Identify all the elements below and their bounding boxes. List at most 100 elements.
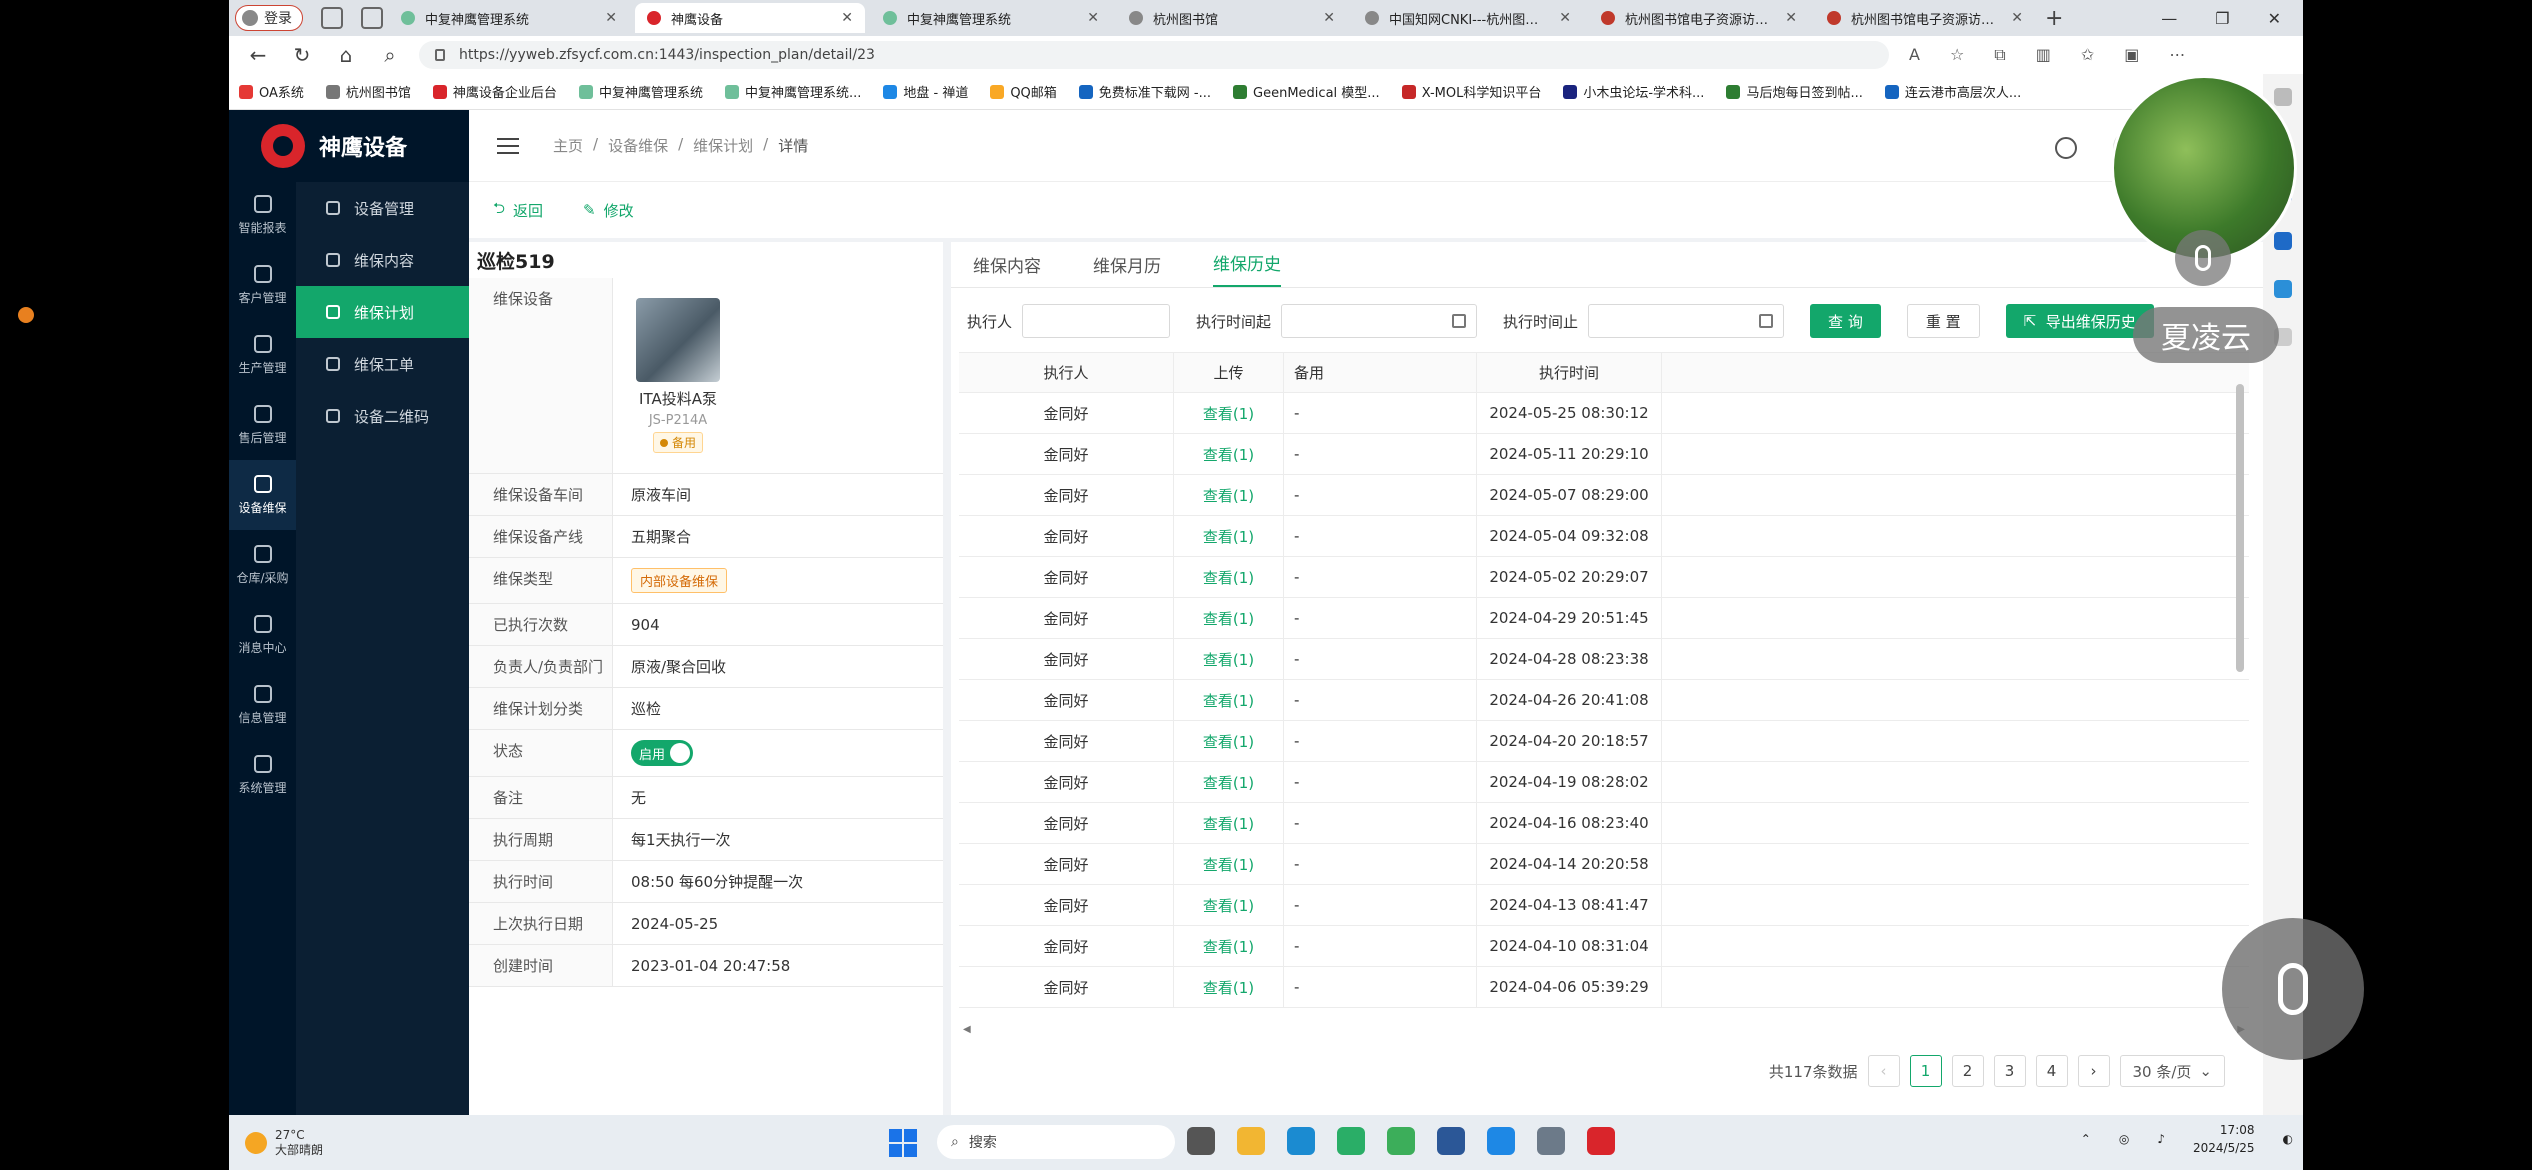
close-tab-icon[interactable]: ✕ <box>841 10 853 26</box>
notification-icon[interactable]: ◐ <box>2283 1132 2293 1146</box>
page-button[interactable]: 3 <box>1993 1055 2026 1087</box>
view-upload-link[interactable]: 查看(1) <box>1174 844 1284 884</box>
page-size-select[interactable]: 30 条/页 ⌄ <box>2119 1055 2225 1087</box>
close-window-icon[interactable]: ✕ <box>2268 9 2281 28</box>
settings-icon[interactable] <box>1537 1127 1565 1155</box>
bookmark-item[interactable]: 免费标准下载网 -... <box>1078 82 1211 101</box>
chevron-up-icon[interactable]: ⌃ <box>2081 1132 2091 1146</box>
wechat-icon[interactable] <box>1337 1127 1365 1155</box>
collapse-menu-icon[interactable] <box>497 137 519 154</box>
bookmark-item[interactable]: 神鹰设备企业后台 <box>432 82 557 101</box>
voice-input-icon[interactable] <box>2222 918 2364 1060</box>
view-upload-link[interactable]: 查看(1) <box>1174 598 1284 638</box>
start-date-picker[interactable] <box>1281 304 1478 338</box>
breadcrumb-item[interactable]: 设备维保 <box>608 135 668 156</box>
view-upload-link[interactable]: 查看(1) <box>1174 639 1284 679</box>
history-tab[interactable]: 维保历史 <box>1213 250 1281 287</box>
view-upload-link[interactable]: 查看(1) <box>1174 762 1284 802</box>
start-icon[interactable] <box>889 1129 917 1157</box>
rail-item[interactable]: 生产管理 <box>229 320 296 390</box>
back-icon[interactable]: ← <box>243 40 273 70</box>
edit-button[interactable]: ✎ 修改 <box>583 200 634 221</box>
more-icon[interactable]: ⋯ <box>2169 45 2185 65</box>
edge-browser-icon[interactable] <box>1287 1127 1315 1155</box>
bookmark-item[interactable]: 小木虫论坛-学术科... <box>1563 82 1704 101</box>
browser-tab[interactable]: 中国知网CNKI---杭州图书馆 ✕ <box>1353 3 1583 33</box>
view-upload-link[interactable]: 查看(1) <box>1174 803 1284 843</box>
profile-login-button[interactable]: 登录 <box>235 5 303 31</box>
bookmark-item[interactable]: 地盘 - 禅道 <box>883 82 968 101</box>
rail-item[interactable]: 售后管理 <box>229 390 296 460</box>
rail-item[interactable]: 设备维保 <box>229 460 296 530</box>
browser-tab[interactable]: 神鹰设备 ✕ <box>635 3 865 33</box>
collections-icon[interactable]: ▣ <box>2124 45 2139 65</box>
prev-page-icon[interactable]: ‹ <box>1867 1055 1900 1087</box>
view-upload-link[interactable]: 查看(1) <box>1174 926 1284 966</box>
url-field[interactable]: https://yyweb.zfsycf.com.cn:1443/inspect… <box>419 41 1889 69</box>
browser-tab[interactable]: 中复神鹰管理系统 ✕ <box>871 3 1111 33</box>
bookmark-item[interactable]: GeenMedical 模型... <box>1233 82 1380 101</box>
extensions-icon[interactable]: ⧉ <box>1994 45 2005 65</box>
scroll-thumb[interactable] <box>2236 384 2244 672</box>
submenu-item[interactable]: 维保内容 <box>296 234 469 286</box>
equipment-card[interactable]: ITA投料A泵 JS-P214A 备用 <box>613 288 743 463</box>
next-page-icon[interactable]: › <box>2077 1055 2110 1087</box>
clock[interactable]: 17:08 2024/5/25 <box>2193 1121 2255 1157</box>
view-upload-link[interactable]: 查看(1) <box>1174 434 1284 474</box>
submenu-item[interactable]: 设备管理 <box>296 182 469 234</box>
table-scrollbar[interactable] <box>2236 368 2244 968</box>
breadcrumb-item[interactable]: 主页 <box>553 135 583 156</box>
close-tab-icon[interactable]: ✕ <box>605 10 617 26</box>
close-tab-icon[interactable]: ✕ <box>1559 10 1571 26</box>
history-tab[interactable]: 维保月历 <box>1093 252 1161 287</box>
end-date-picker[interactable] <box>1588 304 1785 338</box>
sidebar-search-icon[interactable] <box>2274 88 2292 106</box>
close-tab-icon[interactable]: ✕ <box>2011 10 2023 26</box>
page-button[interactable]: 2 <box>1951 1055 1984 1087</box>
sidebar-office-icon[interactable] <box>2274 280 2292 298</box>
page-button[interactable]: 1 <box>1909 1055 1942 1087</box>
network-icon[interactable]: ◎ <box>2119 1132 2129 1146</box>
view-upload-link[interactable]: 查看(1) <box>1174 393 1284 433</box>
browser-tab[interactable]: 杭州图书馆电子资源访问系统 ✕ <box>1815 3 2035 33</box>
status-toggle[interactable]: 启用 <box>631 740 693 766</box>
home-icon[interactable]: ⌂ <box>331 40 361 70</box>
browser-tab[interactable]: 杭州图书馆电子资源访问系统 ✕ <box>1589 3 1809 33</box>
back-button[interactable]: ⮌ 返回 <box>493 198 543 223</box>
app-icon[interactable] <box>1487 1127 1515 1155</box>
close-tab-icon[interactable]: ✕ <box>1323 10 1335 26</box>
bookmark-item[interactable]: 中复神鹰管理系统 <box>578 82 703 101</box>
tab-actions-icon[interactable] <box>361 7 383 29</box>
bookmark-item[interactable]: 杭州图书馆 <box>325 82 411 101</box>
close-tab-icon[interactable]: ✕ <box>1785 10 1797 26</box>
query-button[interactable]: 查 询 <box>1810 304 1881 338</box>
equipment-photo[interactable] <box>636 298 720 382</box>
view-upload-link[interactable]: 查看(1) <box>1174 516 1284 556</box>
scroll-left-icon[interactable]: ◀ <box>963 1024 971 1035</box>
shenying-app-icon[interactable] <box>1587 1127 1615 1155</box>
view-upload-link[interactable]: 查看(1) <box>1174 721 1284 761</box>
workspaces-icon[interactable] <box>321 7 343 29</box>
volume-icon[interactable]: ♪ <box>2157 1132 2165 1146</box>
word-icon[interactable] <box>1437 1127 1465 1155</box>
bookmark-item[interactable]: 马后炮每日签到帖... <box>1726 82 1863 101</box>
restore-icon[interactable]: ❐ <box>2215 9 2229 28</box>
view-upload-link[interactable]: 查看(1) <box>1174 557 1284 597</box>
submenu-item[interactable]: 维保工单 <box>296 338 469 390</box>
rail-item[interactable]: 客户管理 <box>229 250 296 320</box>
horizontal-scrollbar[interactable]: ◀▶ <box>959 1022 2249 1036</box>
export-history-button[interactable]: ⇱ 导出维保历史 <box>2005 304 2154 338</box>
weather-widget[interactable]: 27°C 大部晴朗 <box>245 1128 323 1158</box>
submenu-item[interactable]: 维保计划 <box>296 286 469 338</box>
rail-item[interactable]: 智能报表 <box>229 180 296 250</box>
read-aloud-icon[interactable]: A <box>1909 45 1920 65</box>
rail-item[interactable]: 信息管理 <box>229 670 296 740</box>
breadcrumb-item[interactable]: 维保计划 <box>693 135 753 156</box>
page-button[interactable]: 4 <box>2035 1055 2068 1087</box>
rail-item[interactable]: 仓库/采购 <box>229 530 296 600</box>
browser-tab[interactable]: 中复神鹰管理系统 ✕ <box>389 3 629 33</box>
file-explorer-icon[interactable] <box>1237 1127 1265 1155</box>
bookmark-item[interactable]: 连云港市高层次人... <box>1884 82 2021 101</box>
view-upload-link[interactable]: 查看(1) <box>1174 967 1284 1007</box>
refresh-icon[interactable]: ↻ <box>287 40 317 70</box>
